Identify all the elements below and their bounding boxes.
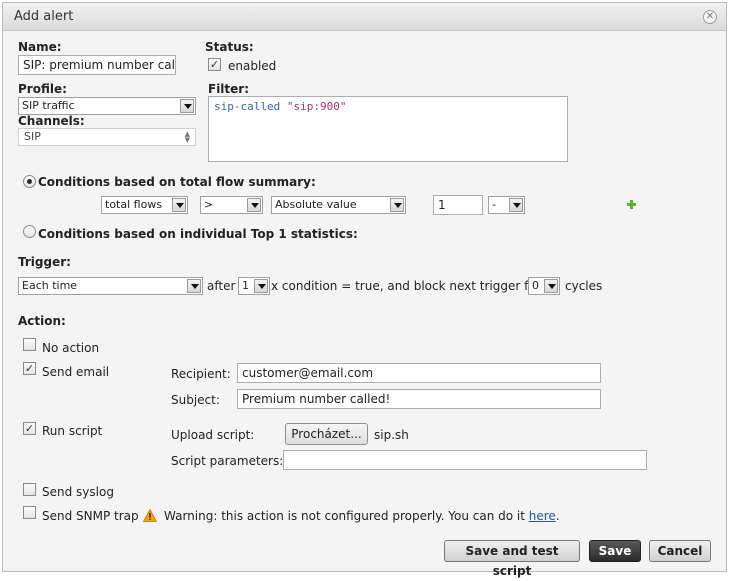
cancel-button[interactable]: Cancel — [649, 540, 711, 562]
send-email-checkbox[interactable]: ✓ — [23, 362, 36, 375]
filter-string: "sip:900" — [286, 100, 347, 113]
dialog-title: Add alert — [14, 9, 74, 24]
trigger-after-text: after — [207, 279, 236, 293]
block-cycles-select-value: 0 — [532, 279, 539, 292]
close-icon[interactable]: ✕ — [703, 10, 717, 24]
snmp-warning-end: . — [555, 509, 560, 523]
trigger-mode-select[interactable]: Each time — [18, 277, 203, 295]
operator-select[interactable]: > — [200, 196, 263, 214]
block-cycles-select[interactable]: 0 — [528, 277, 560, 295]
script-parameters-input[interactable] — [283, 450, 647, 470]
warning-icon — [143, 509, 157, 522]
chevron-down-icon — [187, 279, 201, 293]
metric-select-value: total flows — [105, 198, 163, 211]
trigger-count-select[interactable]: 1 — [238, 277, 270, 295]
action-label: Action: — [18, 314, 66, 328]
value-type-select-value: Absolute value — [275, 198, 357, 211]
no-action-checkbox[interactable] — [23, 338, 36, 351]
save-button[interactable]: Save — [589, 540, 641, 562]
subject-input[interactable]: Premium number called! — [237, 389, 601, 409]
recipient-input[interactable]: customer@email.com — [237, 363, 601, 383]
summary-conditions-label: Conditions based on total flow summary: — [38, 175, 316, 189]
configure-here-link[interactable]: here — [529, 509, 556, 523]
snmp-warning-text: Warning: this action is not configured p… — [164, 509, 525, 523]
send-snmp-label: Send SNMP trap — [42, 509, 139, 523]
trigger-mode-select-value: Each time — [22, 279, 78, 292]
send-syslog-checkbox[interactable] — [23, 483, 36, 496]
add-condition-icon[interactable] — [627, 200, 636, 209]
dialog-titlebar: Add alert ✕ — [3, 3, 726, 31]
trigger-cycles-text: cycles — [565, 279, 603, 293]
filter-textarea[interactable]: sip-called "sip:900" — [208, 96, 568, 162]
name-input[interactable]: SIP: premium number called — [18, 55, 176, 75]
chevron-down-icon — [247, 198, 261, 212]
channels-select-value: SIP — [24, 130, 41, 143]
operator-select-value: > — [204, 198, 214, 211]
trigger-label: Trigger: — [18, 255, 71, 269]
send-syslog-label: Send syslog — [42, 485, 114, 499]
run-script-checkbox[interactable]: ✓ — [23, 422, 36, 435]
filter-keyword: sip-called — [214, 100, 281, 113]
name-label: Name: — [18, 40, 62, 54]
profile-label: Profile: — [18, 82, 67, 96]
profile-select[interactable]: SIP traffic — [18, 97, 196, 115]
chevron-down-icon — [390, 198, 404, 212]
summary-conditions-radio[interactable] — [23, 175, 36, 188]
chevron-down-icon — [254, 279, 268, 293]
chevron-down-icon — [509, 198, 523, 212]
unit-select-value: - — [492, 198, 496, 211]
add-alert-dialog: Add alert ✕ Name: SIP: premium number ca… — [2, 2, 727, 578]
chevron-down-icon — [172, 198, 186, 212]
recipient-label: Recipient: — [171, 367, 231, 381]
value-type-select[interactable]: Absolute value — [271, 196, 406, 214]
browse-button[interactable]: Procházet... — [285, 423, 368, 445]
chevron-down-icon — [544, 279, 558, 293]
script-file-name: sip.sh — [374, 428, 409, 442]
spinner-arrows-icon: ▲ ▼ — [184, 130, 190, 144]
trigger-middle-text: x condition = true, and block next trigg… — [271, 279, 541, 293]
no-action-label: No action — [42, 341, 100, 355]
chevron-down-icon — [180, 99, 194, 113]
unit-select[interactable]: - — [488, 196, 525, 214]
script-parameters-label: Script parameters: — [171, 454, 284, 468]
status-label: Status: — [205, 40, 254, 54]
filter-label: Filter: — [208, 82, 250, 96]
snmp-warning-message: Warning: this action is not configured p… — [164, 509, 560, 523]
subject-label: Subject: — [171, 393, 220, 407]
threshold-input[interactable]: 1 — [433, 195, 483, 215]
channels-label: Channels: — [18, 114, 85, 128]
metric-select[interactable]: total flows — [101, 196, 188, 214]
save-and-test-button[interactable]: Save and test script — [444, 540, 580, 578]
upload-script-label: Upload script: — [171, 428, 255, 442]
top-conditions-label: Conditions based on individual Top 1 sta… — [38, 227, 358, 241]
top-conditions-radio[interactable] — [23, 225, 36, 238]
trigger-count-select-value: 1 — [242, 279, 249, 292]
enabled-label: enabled — [228, 59, 277, 73]
profile-select-value: SIP traffic — [22, 99, 75, 112]
channels-select[interactable]: SIP ▲ ▼ — [18, 128, 196, 146]
enabled-checkbox[interactable]: ✓ — [208, 58, 221, 71]
run-script-label: Run script — [42, 424, 103, 438]
send-email-label: Send email — [42, 365, 110, 379]
send-snmp-checkbox[interactable] — [23, 506, 36, 519]
